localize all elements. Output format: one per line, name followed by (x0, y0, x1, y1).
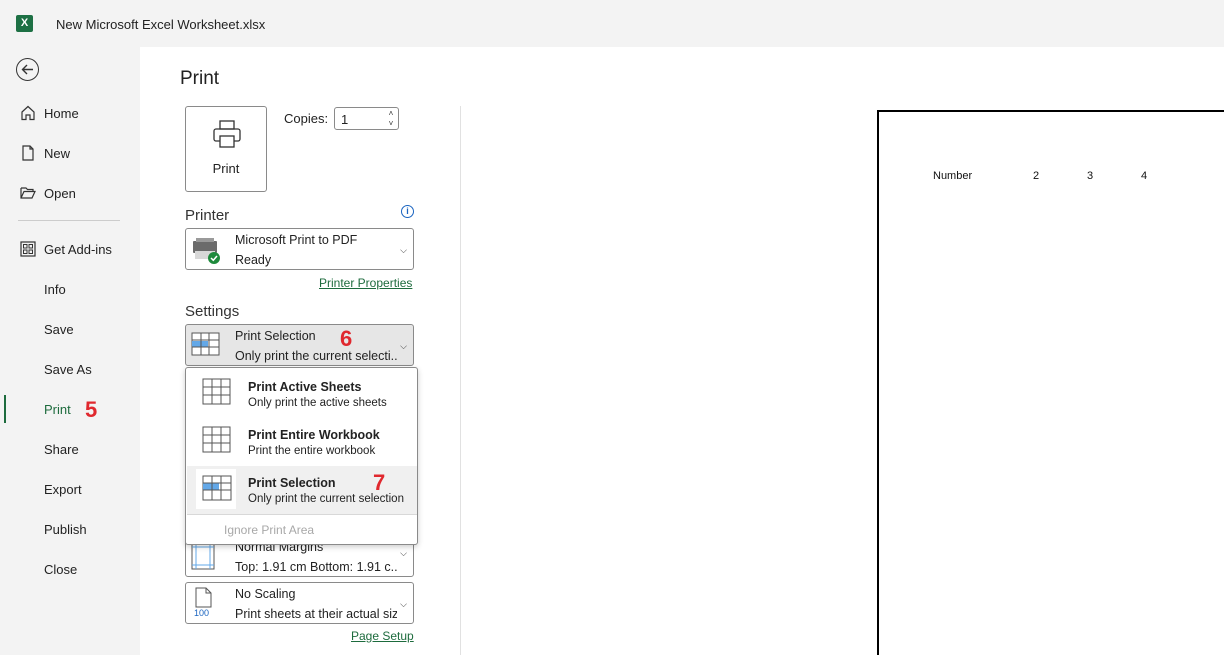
nav-publish[interactable]: Publish (0, 513, 140, 545)
nav-new[interactable]: New (0, 137, 140, 169)
printer-properties-link[interactable]: Printer Properties (319, 276, 412, 290)
nav-home-label: Home (44, 106, 79, 121)
ignore-print-area-option: Ignore Print Area (224, 523, 315, 537)
nav-get-addins-label: Get Add-ins (44, 242, 112, 257)
nav-open-label: Open (44, 186, 76, 201)
print-selection-icon (191, 332, 220, 356)
print-selection-icon (196, 469, 236, 509)
scaling-subtitle: Print sheets at their actual size (235, 607, 397, 621)
chevron-down-icon: ⌵ (400, 599, 407, 609)
new-document-icon (22, 145, 34, 161)
print-what-menu: Print Active Sheets Only print the activ… (185, 367, 418, 545)
preview-cell: 3 (1087, 170, 1094, 182)
chevron-down-icon: ⌵ (400, 341, 407, 351)
copies-label: Copies: (284, 111, 329, 126)
nav-print[interactable]: Print 5 (0, 393, 140, 425)
chevron-down-icon: ⌵ (400, 548, 407, 558)
margins-subtitle: Top: 1.91 cm Bottom: 1.91 c... (235, 560, 397, 574)
printer-status: Ready (235, 253, 272, 267)
copies-value: 1 (341, 112, 349, 127)
addins-grid-icon (20, 241, 36, 257)
margins-icon (191, 542, 215, 570)
backstage-nav: Home New Open Get Add-ins Info Save Save… (0, 47, 140, 655)
preview-cell: 4 (1141, 170, 1148, 182)
active-sheets-icon (202, 378, 231, 405)
scaling-page-icon: 100 (194, 587, 212, 617)
menu-item-title: Print Entire Workbook (248, 428, 380, 442)
nav-export[interactable]: Export (0, 473, 140, 505)
printer-icon (213, 120, 241, 148)
nav-save-as-label: Save As (44, 362, 92, 377)
chevron-down-icon: ⌵ (400, 245, 407, 255)
step-marker-7: 7 (373, 470, 386, 495)
scaling-dropdown[interactable]: 100 No Scaling Print sheets at their act… (185, 582, 414, 624)
menu-item-subtitle: Print the entire workbook (248, 445, 376, 457)
preview-cell: Number (933, 170, 973, 182)
printer-dropdown[interactable]: Microsoft Print to PDF Ready ⌵ (185, 228, 414, 270)
preview-page: Number 2 3 4 (877, 110, 1224, 655)
nav-divider (18, 220, 120, 221)
menu-item-print-active-sheets[interactable]: Print Active Sheets Only print the activ… (187, 370, 417, 418)
printer-ready-icon (193, 238, 220, 264)
menu-divider (187, 514, 417, 515)
page-title: Print (180, 68, 220, 89)
spin-up-icon[interactable]: ˄ (386, 109, 396, 118)
settings-header: Settings (185, 303, 240, 320)
entire-workbook-icon (202, 426, 231, 453)
info-icon[interactable]: i (401, 205, 414, 218)
spin-down-icon[interactable]: ˅ (386, 119, 396, 128)
nav-info[interactable]: Info (0, 273, 140, 305)
nav-open[interactable]: Open (0, 177, 140, 209)
back-arrow-icon[interactable] (16, 58, 39, 81)
menu-item-title: Print Active Sheets (248, 380, 362, 394)
nav-info-label: Info (44, 282, 66, 297)
nav-get-addins[interactable]: Get Add-ins (0, 233, 140, 265)
scaling-title: No Scaling (235, 587, 296, 601)
window-title: New Microsoft Excel Worksheet.xlsx (56, 17, 266, 32)
nav-save-as[interactable]: Save As (0, 353, 140, 385)
printer-header: Printer (185, 207, 230, 224)
print-what-title: Print Selection (235, 329, 316, 343)
nav-home[interactable]: Home (0, 97, 140, 129)
menu-item-print-entire-workbook[interactable]: Print Entire Workbook Print the entire w… (187, 418, 417, 466)
nav-share-label: Share (44, 442, 79, 457)
nav-close[interactable]: Close (0, 553, 140, 585)
nav-save-label: Save (44, 322, 74, 337)
print-what-subtitle: Only print the current selecti... (235, 349, 397, 363)
menu-item-subtitle: Only print the active sheets (248, 397, 387, 409)
step-marker-5: 5 (85, 397, 98, 422)
nav-export-label: Export (44, 482, 82, 497)
nav-new-label: New (44, 146, 71, 161)
print-button-label: Print (212, 161, 240, 176)
panel-divider (460, 106, 461, 655)
svg-text:100: 100 (194, 608, 209, 617)
menu-item-print-selection[interactable]: Print Selection Only print the current s… (187, 466, 417, 514)
menu-item-title: Print Selection (248, 476, 336, 490)
home-icon (21, 105, 35, 121)
nav-close-label: Close (44, 562, 78, 577)
nav-print-label: Print (44, 402, 71, 417)
print-button[interactable]: Print (185, 106, 267, 192)
nav-publish-label: Publish (44, 522, 87, 537)
page-setup-link[interactable]: Page Setup (351, 629, 414, 643)
preview-cell: 2 (1033, 170, 1040, 182)
copies-spinner[interactable]: 1 ˄ ˅ (334, 107, 399, 130)
title-bar: X New Microsoft Excel Worksheet.xlsx (0, 0, 1224, 47)
step-marker-6: 6 (340, 326, 353, 351)
folder-open-icon (20, 187, 36, 199)
nav-save[interactable]: Save (0, 313, 140, 345)
nav-share[interactable]: Share (0, 433, 140, 465)
printer-name: Microsoft Print to PDF (235, 233, 358, 247)
excel-logo-icon: X (16, 15, 36, 32)
print-what-dropdown[interactable]: Print Selection Only print the current s… (185, 324, 414, 366)
